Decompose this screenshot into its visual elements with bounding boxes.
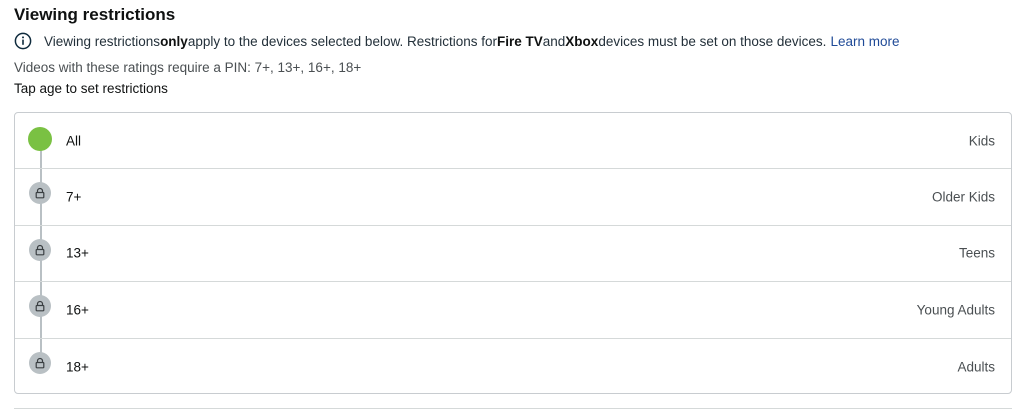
rating-group-label: Older Kids [931, 189, 995, 205]
rating-age-label: All [66, 133, 82, 149]
rating-row-all[interactable]: All Kids [15, 113, 1011, 170]
viewing-restrictions-page: Viewing restrictions Viewing restriction… [0, 0, 1024, 420]
rating-group-label: Young Adults [916, 302, 995, 318]
info-message: Viewing restrictions only apply to the d… [14, 31, 899, 51]
lock-icon [29, 295, 51, 318]
rating-row-18plus[interactable]: 18+ Adults [15, 339, 1011, 393]
rating-row-7plus[interactable]: 7+ Older Kids [15, 169, 1011, 226]
rating-age-label: 13+ [66, 245, 89, 261]
lock-icon [29, 182, 51, 205]
info-device-xbox: Xbox [565, 33, 599, 49]
learn-more-link[interactable]: Learn more [830, 34, 899, 49]
rating-group-label: Teens [958, 245, 995, 261]
info-device-fire-tv: Fire TV [497, 33, 543, 49]
rating-group-label: Kids [968, 133, 995, 149]
info-text-part2: apply to the devices selected below. Res… [187, 33, 497, 49]
selected-marker-dot [28, 127, 52, 151]
info-text-part3: and [542, 33, 566, 49]
section-divider [14, 408, 1012, 409]
rating-age-label: 18+ [66, 359, 89, 375]
lock-icon [29, 351, 51, 374]
info-text-part1: Viewing restrictions [44, 33, 161, 49]
lock-icon [29, 238, 51, 261]
rating-age-label: 7+ [66, 189, 82, 205]
info-circle-icon [14, 32, 32, 50]
info-emphasis-only: only [160, 33, 188, 49]
tap-age-instruction: Tap age to set restrictions [14, 81, 168, 96]
rating-row-13plus[interactable]: 13+ Teens [15, 226, 1011, 283]
info-text-part4: devices must be set on those devices. [598, 33, 827, 49]
rating-row-16plus[interactable]: 16+ Young Adults [15, 282, 1011, 339]
pin-requirement-note: Videos with these ratings require a PIN:… [14, 60, 362, 75]
page-title: Viewing restrictions [14, 5, 176, 24]
rating-age-label: 16+ [66, 302, 89, 318]
rating-selector: All Kids 7+ Older Kids 13+ Teens 16+ You… [14, 112, 1012, 394]
rating-group-label: Adults [957, 359, 995, 375]
